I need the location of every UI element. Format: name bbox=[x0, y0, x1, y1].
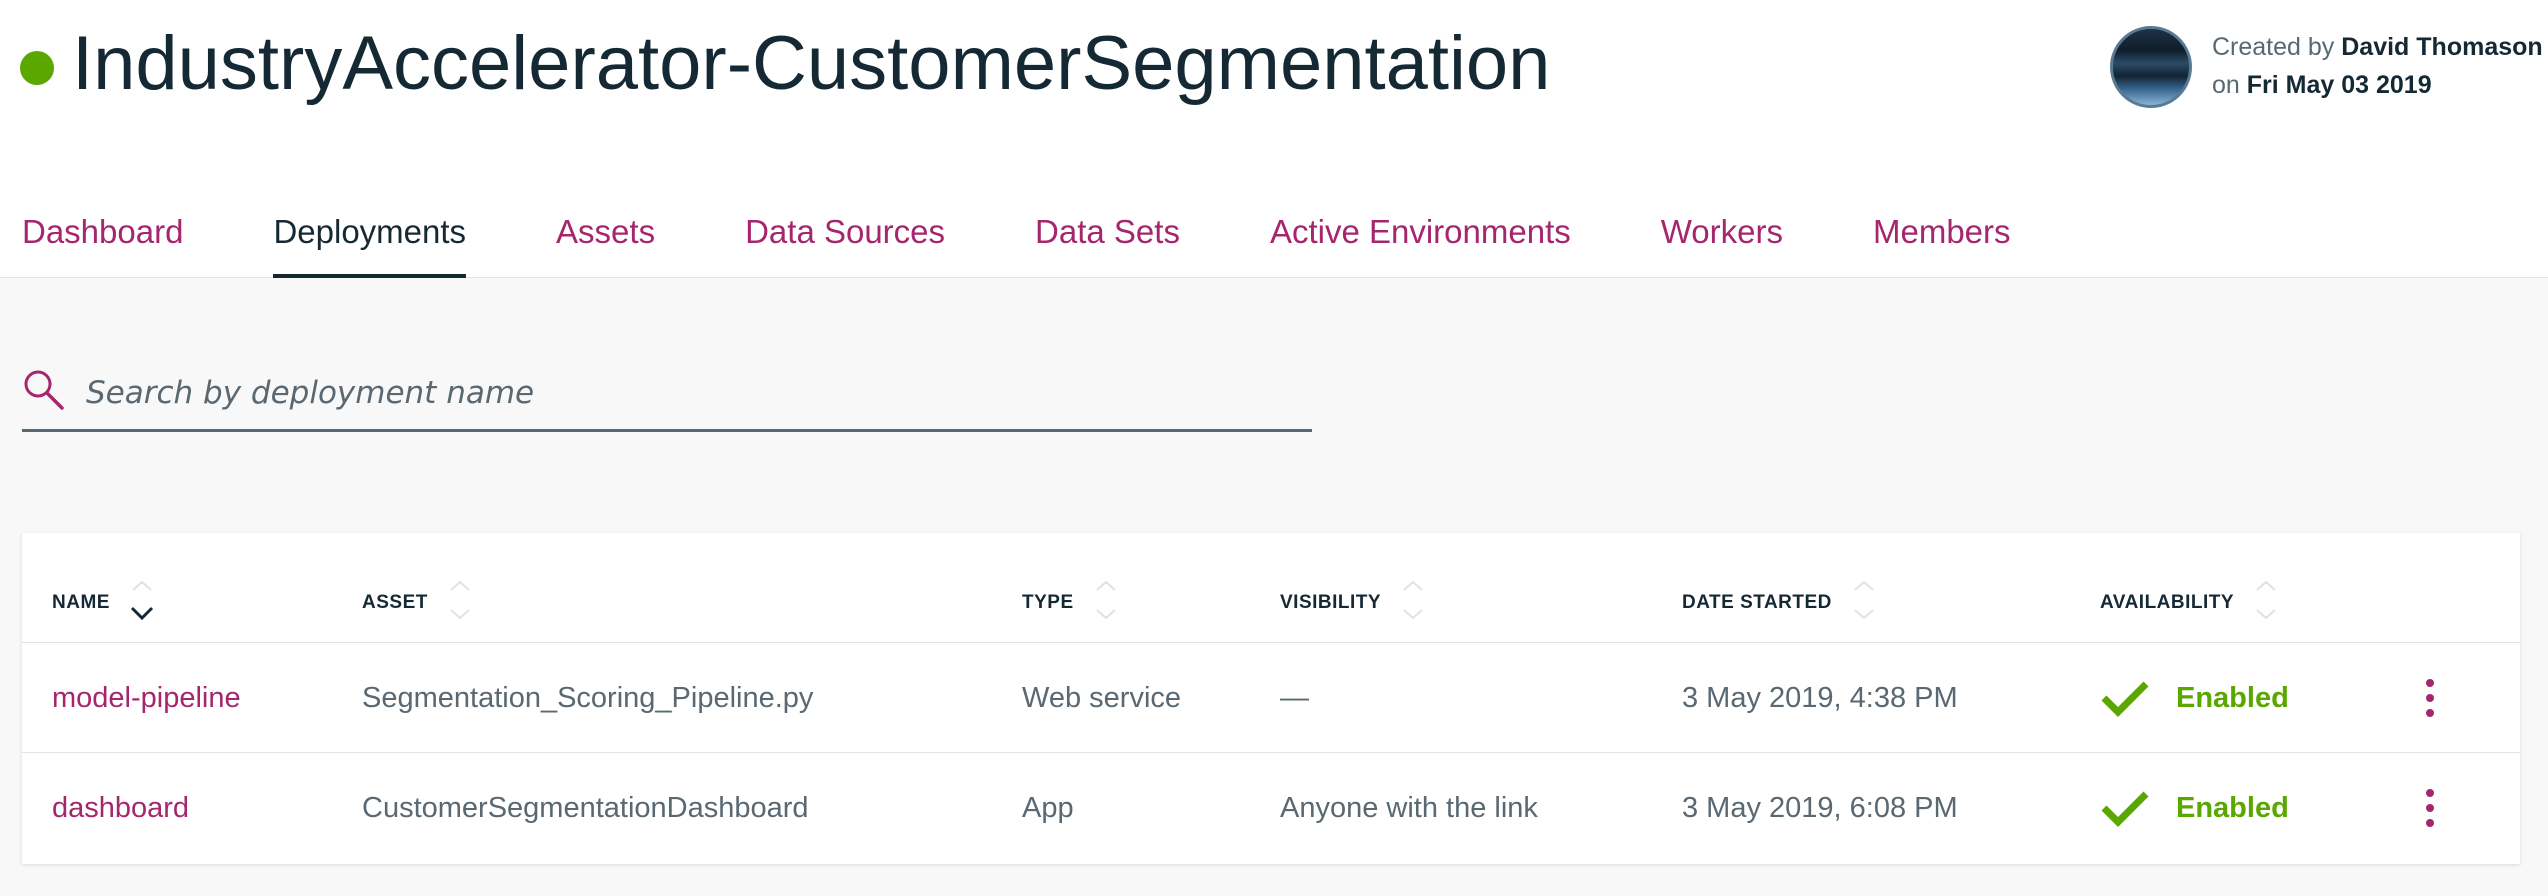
tab-active-environments[interactable]: Active Environments bbox=[1270, 206, 1571, 278]
created-by-label: Created by bbox=[2212, 33, 2335, 61]
checkmark-icon bbox=[2101, 791, 2149, 827]
overflow-menu-icon[interactable] bbox=[2415, 676, 2445, 720]
tab-members[interactable]: Members bbox=[1873, 206, 2011, 278]
tab-data-sources[interactable]: Data Sources bbox=[745, 206, 945, 278]
column-header-visibility[interactable]: VISIBILITY bbox=[1280, 577, 1427, 629]
column-header-asset[interactable]: ASSET bbox=[362, 577, 474, 629]
type-cell: Web service bbox=[1022, 682, 1182, 714]
column-header-type[interactable]: TYPE bbox=[1022, 577, 1120, 629]
asset-cell: CustomerSegmentationDashboard bbox=[362, 792, 809, 824]
project-tabs: Dashboard Deployments Assets Data Source… bbox=[22, 206, 2101, 278]
availability-status: Enabled bbox=[2176, 792, 2289, 824]
created-date: Fri May 03 2019 bbox=[2246, 71, 2432, 99]
date-started-cell: 3 May 2019, 6:08 PM bbox=[1682, 792, 1958, 824]
search-icon bbox=[24, 370, 64, 410]
tab-data-sets[interactable]: Data Sets bbox=[1035, 206, 1180, 278]
sort-icon[interactable] bbox=[1092, 573, 1120, 629]
table-row: model-pipeline Segmentation_Scoring_Pipe… bbox=[22, 643, 2520, 753]
column-header-label: TYPE bbox=[1022, 592, 1074, 613]
avatar[interactable] bbox=[2110, 26, 2192, 108]
visibility-cell: — bbox=[1280, 682, 1309, 714]
sort-icon[interactable] bbox=[1850, 573, 1878, 629]
search-input[interactable] bbox=[86, 364, 1286, 422]
project-header: IndustryAccelerator-CustomerSegmentation… bbox=[0, 0, 2548, 278]
overflow-menu-icon[interactable] bbox=[2415, 786, 2445, 830]
tab-workers[interactable]: Workers bbox=[1661, 206, 1783, 278]
column-header-label: NAME bbox=[52, 592, 110, 613]
asset-cell: Segmentation_Scoring_Pipeline.py bbox=[362, 682, 814, 714]
visibility-cell: Anyone with the link bbox=[1280, 792, 1538, 824]
tab-assets[interactable]: Assets bbox=[556, 206, 655, 278]
availability-cell: Enabled bbox=[2100, 643, 2289, 753]
column-header-label: DATE STARTED bbox=[1682, 592, 1832, 613]
availability-cell: Enabled bbox=[2100, 753, 2289, 863]
table-header: NAME ASSET TYPE VISIBILITY DATE STARTED … bbox=[22, 533, 2520, 643]
table-row: dashboard CustomerSegmentationDashboard … bbox=[22, 753, 2520, 863]
availability-status: Enabled bbox=[2176, 682, 2289, 714]
checkmark-icon bbox=[2101, 681, 2149, 717]
column-header-label: VISIBILITY bbox=[1280, 592, 1382, 613]
creator-info: Created by David Thomason on Fri May 03 … bbox=[2212, 28, 2543, 104]
sort-icon[interactable] bbox=[1399, 573, 1427, 629]
creator-line: Created by David Thomason bbox=[2212, 28, 2543, 66]
deployment-name-link[interactable]: dashboard bbox=[52, 753, 189, 863]
creator-name: David Thomason bbox=[2341, 33, 2543, 61]
sort-icon[interactable] bbox=[446, 573, 474, 629]
column-header-availability[interactable]: AVAILABILITY bbox=[2100, 577, 2280, 629]
page-title: IndustryAccelerator-CustomerSegmentation bbox=[72, 21, 1551, 106]
search-bar bbox=[22, 364, 1312, 432]
date-started-cell: 3 May 2019, 4:38 PM bbox=[1682, 682, 1958, 714]
tab-dashboard[interactable]: Dashboard bbox=[22, 206, 183, 278]
status-indicator bbox=[20, 51, 54, 85]
created-on-label: on bbox=[2212, 71, 2240, 99]
column-header-label: AVAILABILITY bbox=[2100, 592, 2235, 613]
column-header-date-started[interactable]: DATE STARTED bbox=[1682, 577, 1878, 629]
deployments-table: NAME ASSET TYPE VISIBILITY DATE STARTED … bbox=[22, 533, 2520, 864]
deployment-name-link[interactable]: model-pipeline bbox=[52, 643, 241, 753]
sort-descending-icon[interactable] bbox=[128, 573, 156, 629]
created-date-line: on Fri May 03 2019 bbox=[2212, 66, 2543, 104]
type-cell: App bbox=[1022, 792, 1074, 824]
tab-deployments[interactable]: Deployments bbox=[273, 206, 466, 278]
sort-icon[interactable] bbox=[2252, 573, 2280, 629]
column-header-name[interactable]: NAME bbox=[52, 577, 156, 629]
column-header-label: ASSET bbox=[362, 592, 428, 613]
